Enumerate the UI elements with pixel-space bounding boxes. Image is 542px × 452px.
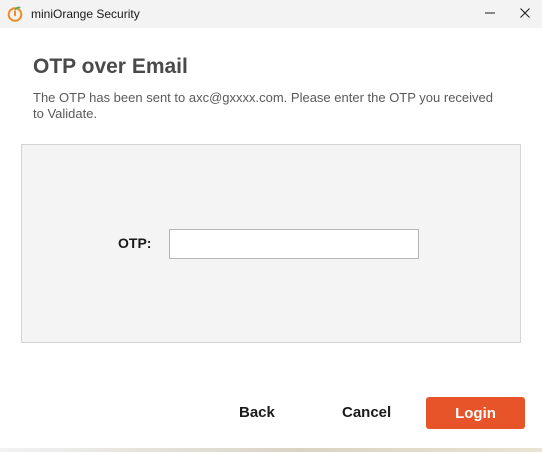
otp-input[interactable] — [169, 229, 419, 259]
close-icon — [520, 5, 530, 23]
otp-sent-description: The OTP has been sent to axc@gxxxx.com. … — [33, 90, 494, 121]
close-button[interactable] — [508, 0, 542, 28]
minimize-icon — [485, 5, 495, 23]
window-bottom-edge — [0, 448, 542, 452]
otp-label: OTP: — [118, 235, 152, 251]
otp-dialog-window: miniOrange Security OTP over Email The O… — [0, 0, 542, 452]
page-title: OTP over Email — [33, 55, 188, 78]
back-button[interactable]: Back — [239, 402, 275, 424]
miniorange-logo-icon — [7, 6, 23, 22]
window-title: miniOrange Security — [31, 7, 140, 21]
login-button[interactable]: Login — [426, 397, 525, 429]
minimize-button[interactable] — [473, 0, 507, 28]
title-bar[interactable]: miniOrange Security — [0, 0, 542, 28]
cancel-button[interactable]: Cancel — [342, 402, 391, 424]
